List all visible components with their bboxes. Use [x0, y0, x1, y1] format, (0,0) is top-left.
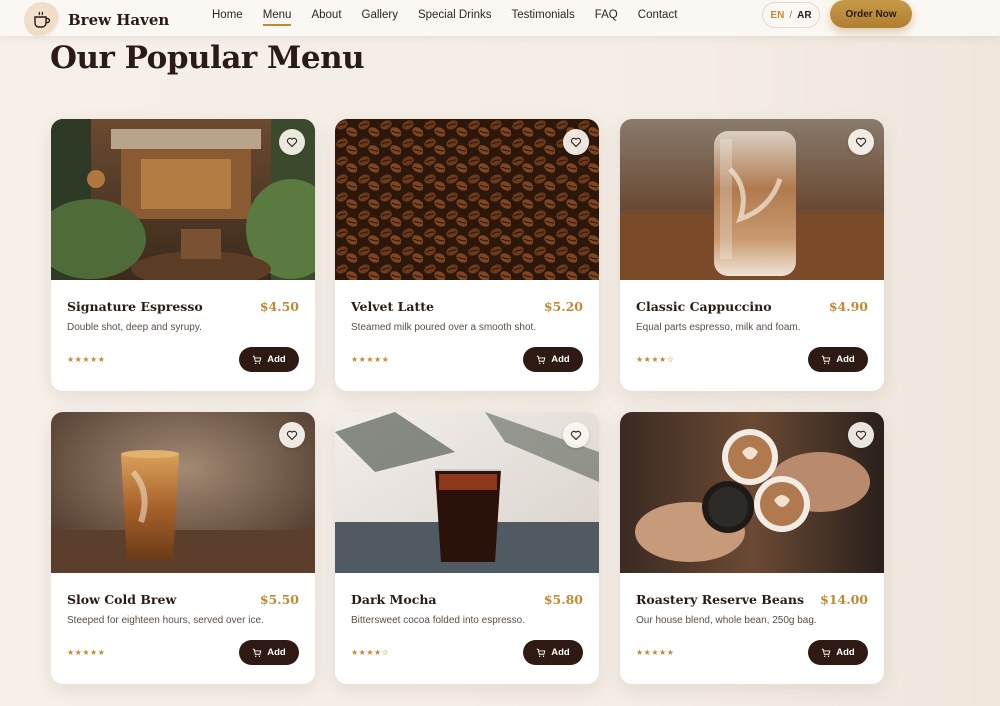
add-to-cart-button[interactable]: Add: [523, 347, 583, 372]
item-name: Velvet Latte: [351, 299, 434, 314]
item-price: $4.50: [259, 299, 299, 314]
add-to-cart-button[interactable]: Add: [239, 640, 299, 665]
page-title: Our Popular Menu: [50, 40, 365, 76]
cart-icon: [537, 355, 546, 364]
menu-card[interactable]: Classic Cappuccino $4.90 Equal parts esp…: [620, 119, 884, 391]
rating-stars: ★★★★★: [636, 648, 675, 657]
add-label: Add: [836, 647, 855, 658]
nav-gallery[interactable]: Gallery: [362, 9, 398, 21]
heart-icon[interactable]: [563, 422, 589, 448]
rating-stars: ★★★★★: [67, 648, 106, 657]
add-label: Add: [267, 647, 286, 658]
item-description: Steeped for eighteen hours, served over …: [67, 615, 264, 626]
brand-name: Brew Haven: [68, 11, 170, 29]
item-name: Slow Cold Brew: [67, 592, 177, 607]
item-price: $14.00: [820, 592, 868, 607]
add-to-cart-button[interactable]: Add: [808, 640, 868, 665]
add-to-cart-button[interactable]: Add: [239, 347, 299, 372]
menu-card[interactable]: Velvet Latte $5.20 Steamed milk poured o…: [335, 119, 599, 391]
menu-card[interactable]: Dark Mocha $5.80 Bittersweet cocoa folde…: [335, 412, 599, 684]
item-description: Steamed milk poured over a smooth shot.: [351, 322, 537, 333]
add-label: Add: [551, 647, 570, 658]
nav-menu[interactable]: Menu: [262, 9, 291, 26]
item-name: Signature Espresso: [67, 299, 203, 314]
cart-icon: [537, 648, 546, 657]
rating-stars: ★★★★☆: [636, 355, 675, 364]
add-to-cart-button[interactable]: Add: [808, 347, 868, 372]
add-to-cart-button[interactable]: Add: [523, 640, 583, 665]
language-toggle[interactable]: EN / AR: [762, 2, 820, 28]
cup-icon: [24, 2, 60, 38]
item-name: Classic Cappuccino: [636, 299, 772, 314]
item-name: Roastery Reserve Beans: [636, 592, 805, 607]
nav-faq[interactable]: FAQ: [595, 9, 618, 21]
heart-icon[interactable]: [848, 422, 874, 448]
heart-icon[interactable]: [563, 129, 589, 155]
add-label: Add: [267, 354, 286, 365]
latte-art-cheers-image: [620, 412, 884, 573]
nav-special-drinks[interactable]: Special Drinks: [418, 9, 492, 21]
lang-separator: /: [789, 9, 793, 21]
item-description: Bittersweet cocoa folded into espresso.: [351, 615, 525, 626]
rating-stars: ★★★★★: [67, 355, 106, 364]
order-now-button[interactable]: Order Now: [830, 0, 912, 28]
cart-icon: [253, 355, 262, 364]
item-price: $5.50: [259, 592, 299, 607]
iced-coffee-glass-image: [51, 412, 315, 573]
heart-icon[interactable]: [279, 422, 305, 448]
item-description: Our house blend, whole bean, 250g bag.: [636, 615, 817, 626]
site-header: Brew Haven Home Menu About Gallery Speci…: [0, 0, 1000, 38]
cart-icon: [253, 648, 262, 657]
heart-icon[interactable]: [848, 129, 874, 155]
item-price: $5.80: [543, 592, 583, 607]
item-price: $5.20: [543, 299, 583, 314]
iced-latte-jar-image: [620, 119, 884, 280]
nav-testimonials[interactable]: Testimonials: [511, 9, 574, 21]
item-name: Dark Mocha: [351, 592, 437, 607]
nav-home[interactable]: Home: [212, 9, 243, 21]
add-label: Add: [836, 354, 855, 365]
menu-card[interactable]: Roastery Reserve Beans $14.00 Our house …: [620, 412, 884, 684]
item-description: Double shot, deep and syrupy.: [67, 322, 202, 333]
brand[interactable]: Brew Haven: [24, 2, 169, 38]
item-price: $4.90: [828, 299, 868, 314]
add-label: Add: [551, 354, 570, 365]
heart-icon[interactable]: [279, 129, 305, 155]
lang-ar[interactable]: AR: [797, 10, 811, 21]
main-nav: Home Menu About Gallery Special Drinks T…: [212, 0, 697, 30]
item-description: Equal parts espresso, milk and foam.: [636, 322, 801, 333]
nav-about[interactable]: About: [311, 9, 341, 21]
cart-icon: [822, 648, 831, 657]
cart-icon: [822, 355, 831, 364]
rating-stars: ★★★★★: [351, 355, 390, 364]
menu-card[interactable]: Signature Espresso $4.50 Double shot, de…: [51, 119, 315, 391]
menu-card[interactable]: Slow Cold Brew $5.50 Steeped for eightee…: [51, 412, 315, 684]
lang-en[interactable]: EN: [770, 10, 784, 21]
dark-iced-drink-image: [335, 412, 599, 573]
cafe-interior-image: [51, 119, 315, 280]
rating-stars: ★★★★☆: [351, 648, 390, 657]
coffee-beans-image: [335, 119, 599, 280]
nav-contact[interactable]: Contact: [638, 9, 678, 21]
